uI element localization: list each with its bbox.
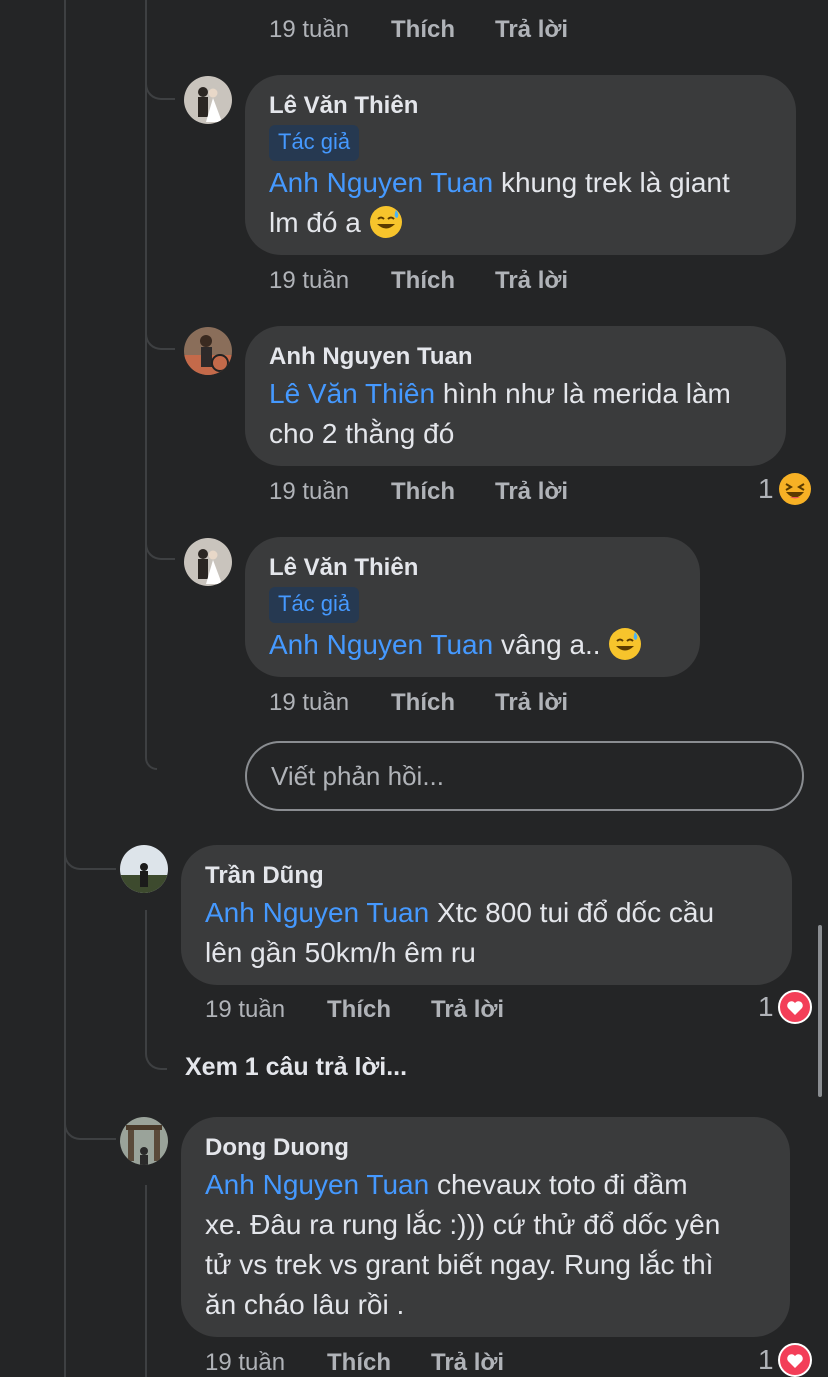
author-badge: Tác giả: [269, 125, 360, 161]
reply-button[interactable]: Trả lời: [495, 267, 568, 295]
author-name[interactable]: Lê Văn Thiên: [269, 553, 676, 583]
wedding-photo-avatar: [184, 76, 232, 124]
love-icon: [777, 1343, 812, 1377]
gate-photo-avatar: [120, 1117, 168, 1165]
reply-bubble: Anh Nguyen Tuan Lê Văn Thiên hình như là…: [245, 326, 786, 466]
reply-button[interactable]: Trả lời: [495, 16, 568, 44]
thread-line-outer: [64, 0, 66, 1377]
like-button[interactable]: Thích: [327, 996, 431, 1024]
mention-link[interactable]: Anh Nguyen Tuan: [205, 1169, 429, 1200]
author-name[interactable]: Trần Dũng: [205, 861, 768, 891]
thread-line-inner: [145, 0, 147, 745]
avatar[interactable]: [120, 1117, 168, 1165]
like-button[interactable]: Thích: [391, 16, 495, 44]
reaction-count: 1: [758, 1344, 774, 1375]
thread-line-comment: [145, 1185, 147, 1377]
mention-link[interactable]: Lê Văn Thiên: [269, 378, 435, 409]
thread-connector: [145, 520, 175, 560]
comment-time[interactable]: 19 tuần: [269, 16, 391, 44]
comment-time[interactable]: 19 tuần: [205, 996, 327, 1024]
reply-bubble: Lê Văn Thiên Tác giả Anh Nguyen Tuan vân…: [245, 537, 700, 677]
comment-meta: 19 tuần Thích Trả lời: [269, 16, 568, 44]
mention-link[interactable]: Anh Nguyen Tuan: [269, 167, 493, 198]
reply-text: Anh Nguyen Tuan khung trek là giant lm đ…: [269, 167, 730, 238]
avatar[interactable]: [120, 845, 168, 893]
reply-input-placeholder: Viết phản hồi...: [271, 760, 444, 791]
mention-link[interactable]: Anh Nguyen Tuan: [269, 629, 493, 660]
comment-meta: 19 tuần Thích Trả lời: [269, 689, 568, 717]
comment-bubble: Trần Dũng Anh Nguyen Tuan Xtc 800 tui đổ…: [181, 845, 792, 985]
avatar[interactable]: [184, 538, 232, 586]
love-icon: [777, 990, 812, 1024]
reaction-count: 1: [758, 473, 774, 504]
reply-input[interactable]: Viết phản hồi...: [245, 741, 804, 811]
like-button[interactable]: Thích: [391, 267, 495, 295]
thread-connector: [64, 830, 116, 870]
reaction-summary[interactable]: 1: [758, 990, 812, 1024]
comment-time[interactable]: 19 tuần: [269, 689, 391, 717]
comment-meta: 19 tuần Thích Trả lời: [205, 996, 504, 1024]
reaction-summary[interactable]: 1: [758, 1343, 812, 1377]
silhouette-photo-avatar: [120, 845, 168, 893]
thread-connector: [145, 60, 175, 100]
reply-text: Lê Văn Thiên hình như là merida làm cho …: [269, 378, 731, 449]
scrollbar[interactable]: [818, 925, 822, 1097]
comment-time[interactable]: 19 tuần: [269, 478, 391, 506]
comment-time[interactable]: 19 tuần: [269, 267, 391, 295]
thread-connector: [145, 745, 157, 770]
thread-connector: [64, 1100, 116, 1140]
like-button[interactable]: Thích: [391, 478, 495, 506]
author-name[interactable]: Anh Nguyen Tuan: [269, 342, 762, 372]
comment-time[interactable]: 19 tuần: [205, 1349, 327, 1377]
avatar[interactable]: [184, 76, 232, 124]
reply-button[interactable]: Trả lời: [431, 1349, 504, 1377]
reaction-count: 1: [758, 991, 774, 1022]
reaction-summary[interactable]: 1: [758, 472, 812, 506]
comment-text: Anh Nguyen Tuan Xtc 800 tui đổ dốc cầu l…: [205, 897, 715, 968]
thread-connector: [145, 310, 175, 350]
author-name[interactable]: Lê Văn Thiên: [269, 91, 772, 121]
mention-link[interactable]: Anh Nguyen Tuan: [205, 897, 429, 928]
reply-text: Anh Nguyen Tuan vâng a..: [269, 625, 676, 665]
comment-text: Anh Nguyen Tuan chevaux toto đi đầm xe. …: [205, 1169, 721, 1320]
comment-bubble: Dong Duong Anh Nguyen Tuan chevaux toto …: [181, 1117, 790, 1337]
author-badge: Tác giả: [269, 587, 360, 623]
thread-connector: [145, 1040, 167, 1070]
author-name[interactable]: Dong Duong: [205, 1133, 766, 1163]
like-button[interactable]: Thích: [327, 1349, 431, 1377]
wedding-photo-avatar: [184, 538, 232, 586]
sweat-smile-emoji: [369, 206, 402, 238]
reply-button[interactable]: Trả lời: [495, 478, 568, 506]
person-photo-avatar: [184, 327, 232, 375]
thread-line-comment: [145, 910, 147, 1040]
comment-meta: 19 tuần Thích Trả lời: [205, 1349, 504, 1377]
reply-button[interactable]: Trả lời: [431, 996, 504, 1024]
reply-button[interactable]: Trả lời: [495, 689, 568, 717]
view-replies-link[interactable]: Xem 1 câu trả lời...: [185, 1053, 407, 1082]
sweat-smile-emoji: [609, 628, 642, 660]
like-button[interactable]: Thích: [391, 689, 495, 717]
reply-bubble: Lê Văn Thiên Tác giả Anh Nguyen Tuan khu…: [245, 75, 796, 255]
avatar[interactable]: [184, 327, 232, 375]
comment-meta: 19 tuần Thích Trả lời: [269, 267, 568, 295]
comment-meta: 19 tuần Thích Trả lời: [269, 478, 568, 506]
laugh-emoji: [778, 473, 811, 505]
